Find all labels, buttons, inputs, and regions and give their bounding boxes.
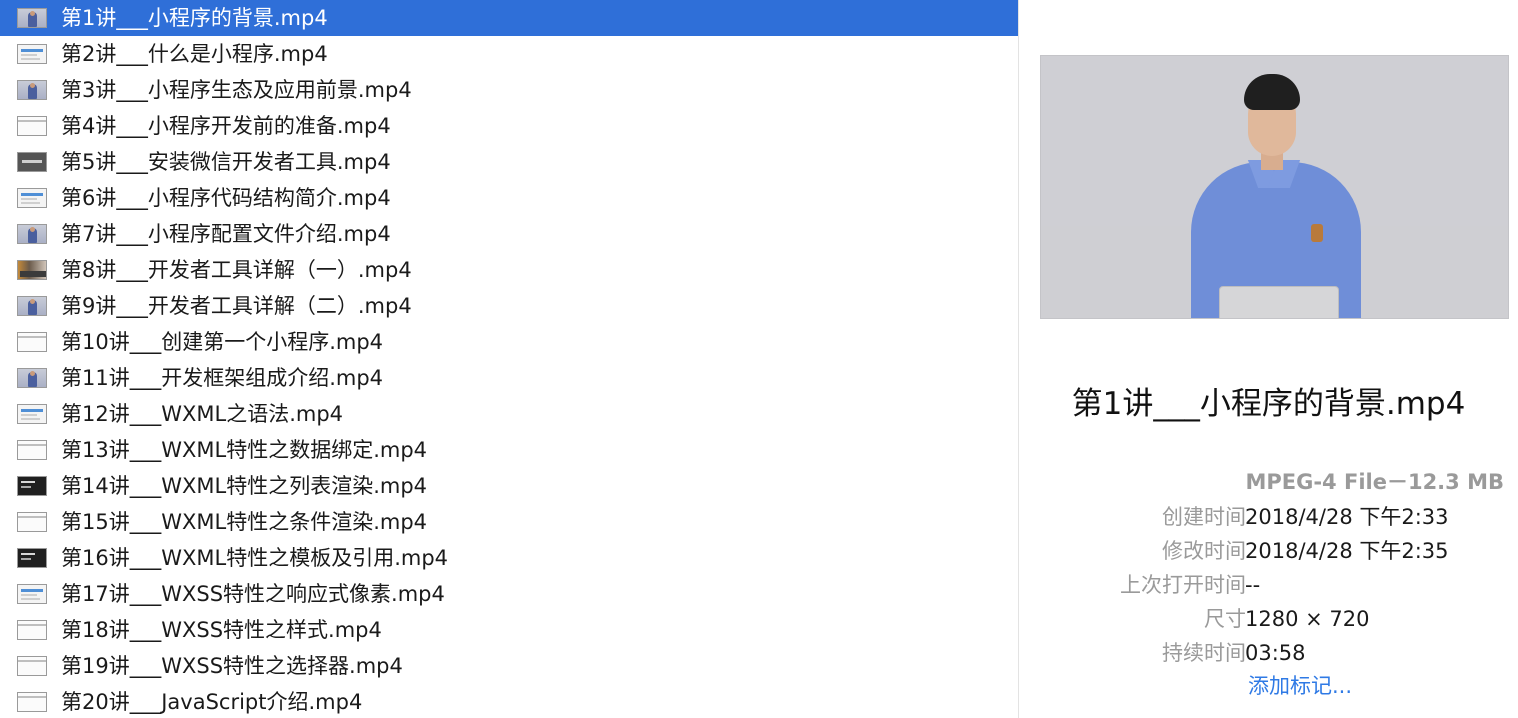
video-file-icon — [17, 152, 47, 172]
file-name: 第8讲___开发者工具详解（一）.mp4 — [61, 258, 412, 282]
file-row[interactable]: 第9讲___开发者工具详解（二）.mp4 — [0, 288, 1018, 324]
video-thumbnail[interactable] — [1040, 55, 1509, 319]
file-name: 第13讲___WXML特性之数据绑定.mp4 — [61, 438, 428, 462]
file-row[interactable]: 第1讲___小程序的背景.mp4 — [0, 0, 1018, 36]
meta-row-created: 创建时间 2018/4/28 下午2:33 — [1019, 500, 1518, 534]
video-file-icon — [17, 296, 47, 316]
file-name: 第10讲___创建第一个小程序.mp4 — [61, 330, 384, 354]
file-row[interactable]: 第16讲___WXML特性之模板及引用.mp4 — [0, 540, 1018, 576]
file-row[interactable]: 第3讲___小程序生态及应用前景.mp4 — [0, 72, 1018, 108]
meta-row-duration: 持续时间 03:58 — [1019, 636, 1518, 670]
file-row[interactable]: 第4讲___小程序开发前的准备.mp4 — [0, 108, 1018, 144]
video-file-icon — [17, 476, 47, 496]
meta-label: 修改时间 — [1162, 539, 1246, 563]
add-tags-link[interactable]: 添加标记... — [1248, 670, 1352, 700]
file-list: 第1讲___小程序的背景.mp4 第2讲___什么是小程序.mp4 第3讲___小程… — [0, 0, 1019, 718]
video-file-icon — [17, 656, 47, 676]
video-file-icon — [17, 584, 47, 604]
file-name: 第3讲___小程序生态及应用前景.mp4 — [61, 78, 412, 102]
file-row[interactable]: 第7讲___小程序配置文件介绍.mp4 — [0, 216, 1018, 252]
file-row[interactable]: 第20讲___JavaScript介绍.mp4 — [0, 684, 1018, 718]
file-row[interactable]: 第5讲___安装微信开发者工具.mp4 — [0, 144, 1018, 180]
file-name: 第4讲___小程序开发前的准备.mp4 — [61, 114, 391, 138]
file-row[interactable]: 第18讲___WXSS特性之样式.mp4 — [0, 612, 1018, 648]
meta-row-dimensions: 尺寸 1280 × 720 — [1019, 602, 1518, 636]
file-row[interactable]: 第19讲___WXSS特性之选择器.mp4 — [0, 648, 1018, 684]
video-file-icon — [17, 620, 47, 640]
video-file-icon — [17, 512, 47, 532]
video-file-icon — [17, 440, 47, 460]
video-file-icon — [17, 80, 47, 100]
file-name: 第1讲___小程序的背景.mp4 — [61, 6, 328, 30]
file-name: 第15讲___WXML特性之条件渲染.mp4 — [61, 510, 428, 534]
video-file-icon — [17, 548, 47, 568]
meta-label: 创建时间 — [1162, 505, 1246, 529]
video-file-icon — [17, 332, 47, 352]
file-name: 第14讲___WXML特性之列表渲染.mp4 — [61, 474, 428, 498]
file-name: 第5讲___安装微信开发者工具.mp4 — [61, 150, 391, 174]
file-name: 第17讲___WXSS特性之响应式像素.mp4 — [61, 582, 445, 606]
file-name: 第11讲___开发框架组成介绍.mp4 — [61, 366, 384, 390]
video-file-icon — [17, 260, 47, 280]
video-file-icon — [17, 8, 47, 28]
video-file-icon — [17, 692, 47, 712]
meta-label: 持续时间 — [1162, 641, 1246, 665]
file-name: 第19讲___WXSS特性之选择器.mp4 — [61, 654, 403, 678]
file-name: 第12讲___WXML之语法.mp4 — [61, 402, 344, 426]
video-file-icon — [17, 404, 47, 424]
file-row[interactable]: 第8讲___开发者工具详解（一）.mp4 — [0, 252, 1018, 288]
meta-value: 2018/4/28 下午2:35 — [1245, 539, 1449, 563]
file-row[interactable]: 第13讲___WXML特性之数据绑定.mp4 — [0, 432, 1018, 468]
meta-value: -- — [1245, 573, 1261, 597]
preview-pane: 第1讲___小程序的背景.mp4 MPEG-4 File－12.3 MB 创建时… — [1019, 0, 1518, 718]
file-row[interactable]: 第14讲___WXML特性之列表渲染.mp4 — [0, 468, 1018, 504]
file-row[interactable]: 第10讲___创建第一个小程序.mp4 — [0, 324, 1018, 360]
file-name: 第6讲___小程序代码结构简介.mp4 — [61, 186, 391, 210]
meta-value: 2018/4/28 下午2:33 — [1245, 505, 1449, 529]
video-file-icon — [17, 224, 47, 244]
file-name: 第7讲___小程序配置文件介绍.mp4 — [61, 222, 391, 246]
file-name: 第16讲___WXML特性之模板及引用.mp4 — [61, 546, 449, 570]
file-row[interactable]: 第11讲___开发框架组成介绍.mp4 — [0, 360, 1018, 396]
file-row[interactable]: 第2讲___什么是小程序.mp4 — [0, 36, 1018, 72]
file-name: 第18讲___WXSS特性之样式.mp4 — [61, 618, 382, 642]
presenter-figure — [1191, 74, 1361, 318]
finder-window: 第1讲___小程序的背景.mp4 第2讲___什么是小程序.mp4 第3讲___小程… — [0, 0, 1518, 718]
video-file-icon — [17, 188, 47, 208]
file-row[interactable]: 第15讲___WXML特性之条件渲染.mp4 — [0, 504, 1018, 540]
meta-row-last-opened: 上次打开时间 -- — [1019, 568, 1518, 602]
file-name: 第9讲___开发者工具详解（二）.mp4 — [61, 294, 412, 318]
preview-title: 第1讲___小程序的背景.mp4 — [1071, 386, 1466, 422]
file-row[interactable]: 第6讲___小程序代码结构简介.mp4 — [0, 180, 1018, 216]
file-name: 第2讲___什么是小程序.mp4 — [61, 42, 328, 66]
meta-value: 03:58 — [1245, 641, 1306, 665]
meta-label: 上次打开时间 — [1120, 573, 1246, 597]
file-kind-size: MPEG-4 File－12.3 MB — [1245, 470, 1504, 494]
video-file-icon — [17, 44, 47, 64]
video-file-icon — [17, 368, 47, 388]
meta-value: 1280 × 720 — [1245, 607, 1370, 631]
meta-label: 尺寸 — [1204, 607, 1246, 631]
meta-row-modified: 修改时间 2018/4/28 下午2:35 — [1019, 534, 1518, 568]
file-row[interactable]: 第17讲___WXSS特性之响应式像素.mp4 — [0, 576, 1018, 612]
file-name: 第20讲___JavaScript介绍.mp4 — [61, 690, 363, 714]
video-file-icon — [17, 116, 47, 136]
file-row[interactable]: 第12讲___WXML之语法.mp4 — [0, 396, 1018, 432]
